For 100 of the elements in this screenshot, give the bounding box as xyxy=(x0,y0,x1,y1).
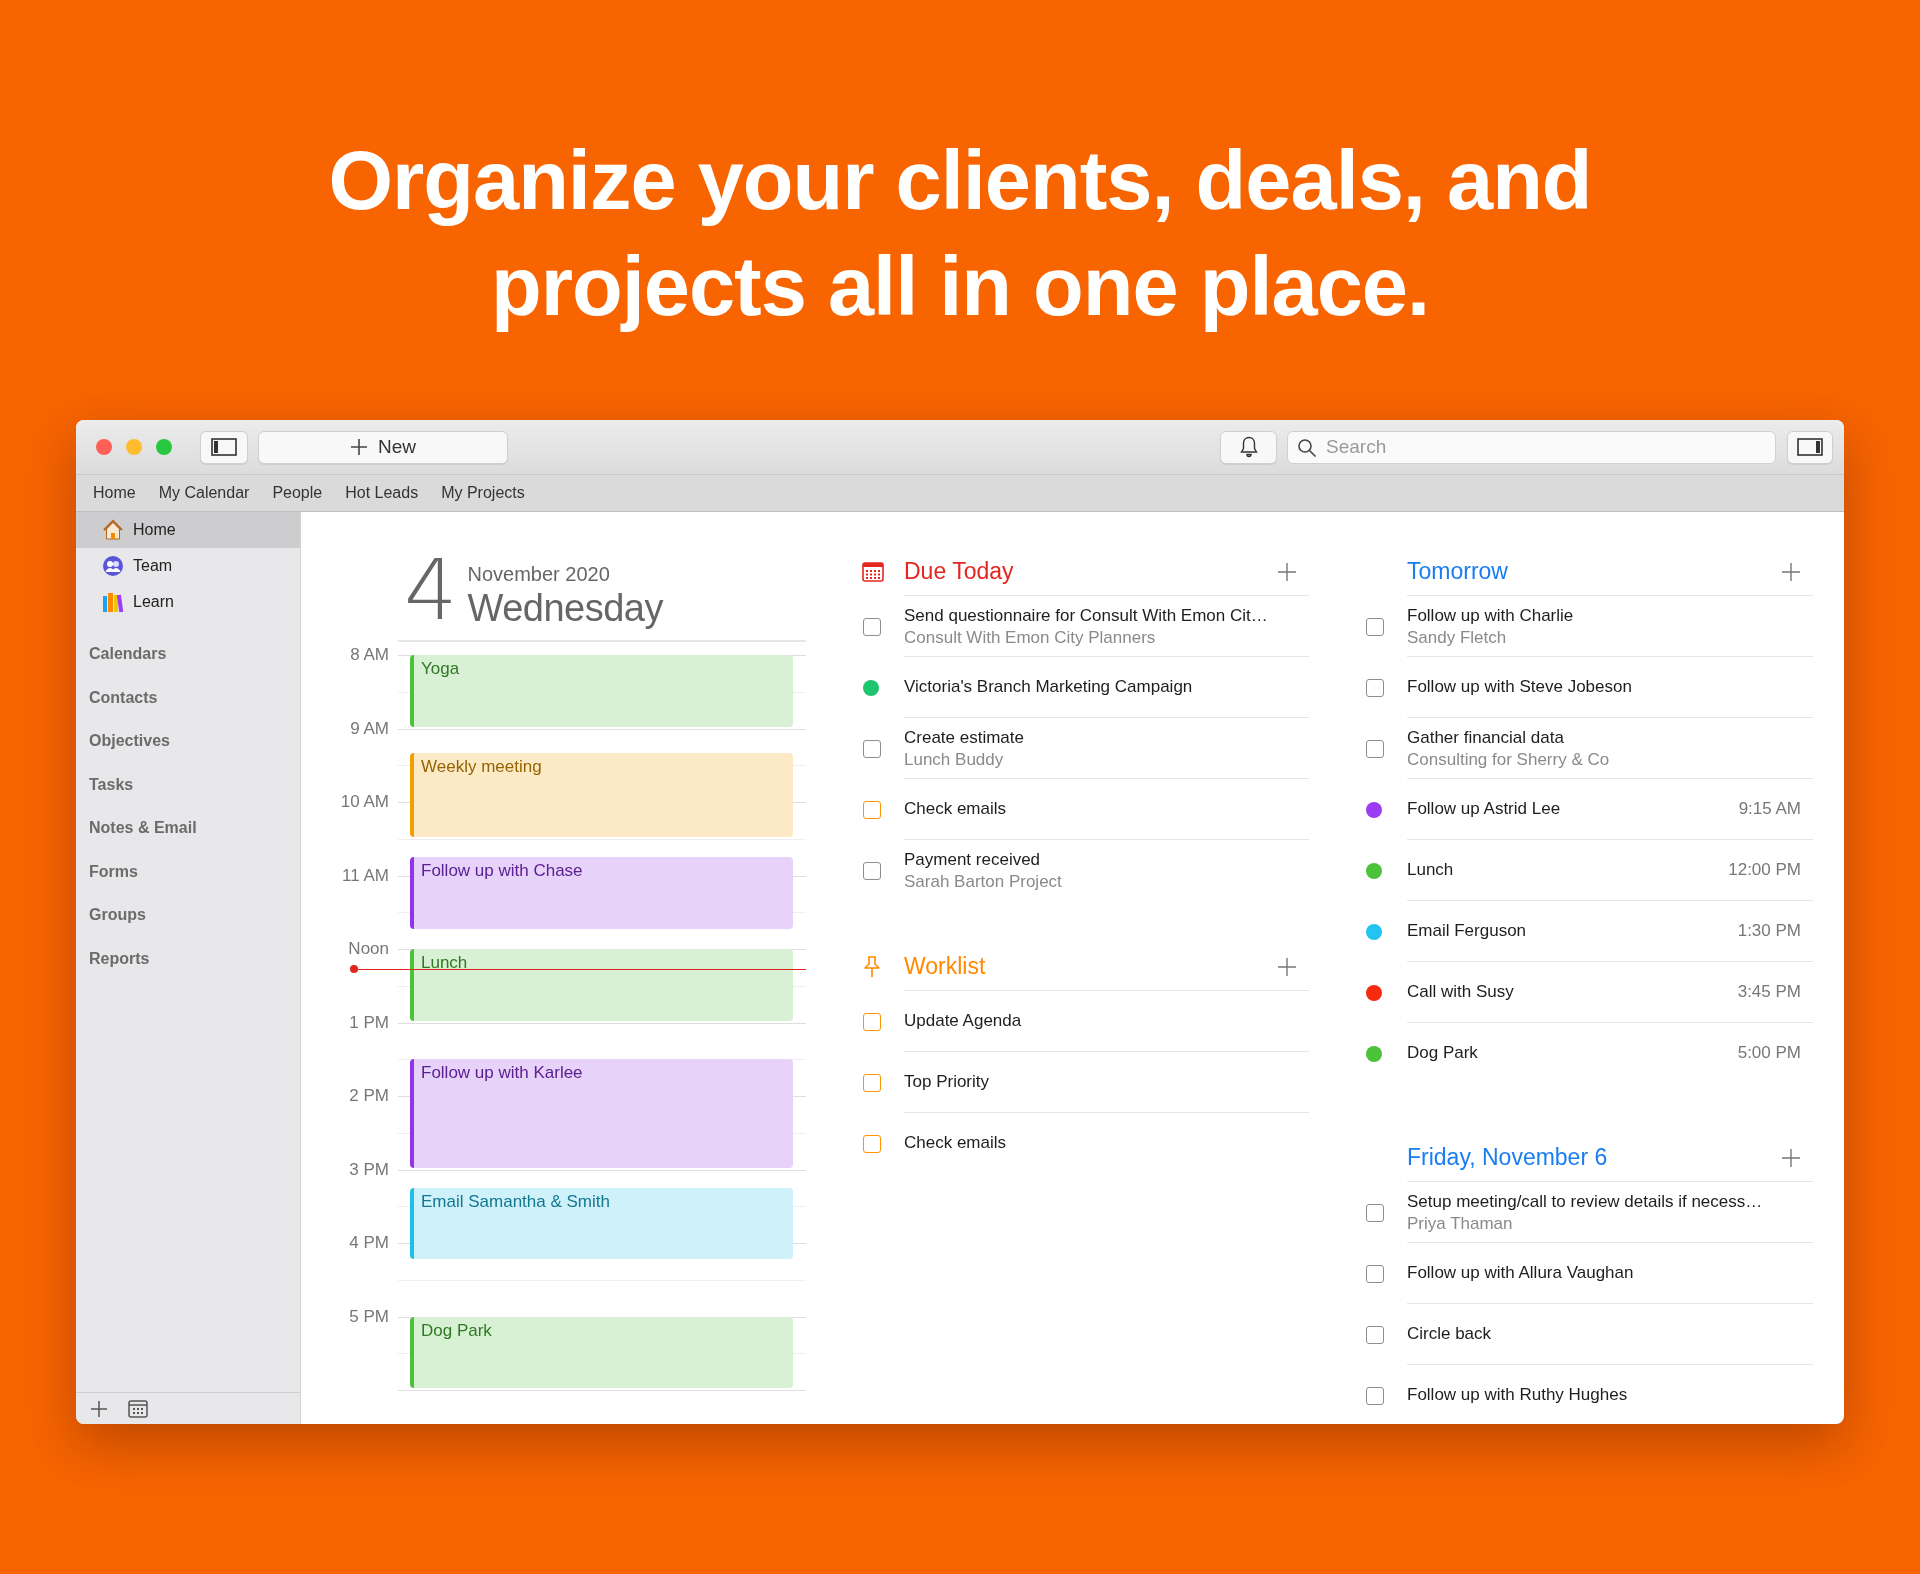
sidebar-section[interactable]: Contacts xyxy=(76,675,300,719)
search-field[interactable]: Search xyxy=(1287,430,1776,464)
team-icon xyxy=(102,555,124,577)
sidebar-section[interactable]: Tasks xyxy=(76,762,300,806)
day-number: 4 xyxy=(404,550,458,630)
hour-label: 4 PM xyxy=(349,1232,389,1254)
checkbox[interactable] xyxy=(1366,678,1384,697)
checkbox[interactable] xyxy=(1366,617,1384,636)
hour-label: 11 AM xyxy=(342,864,389,887)
task-title[interactable]: Circle back xyxy=(1407,1323,1492,1345)
calendar-icon[interactable] xyxy=(128,1399,148,1418)
new-button[interactable]: New xyxy=(258,430,508,464)
task-title[interactable]: Payment received xyxy=(904,848,1062,871)
event-time: 12:00 PM xyxy=(1728,860,1801,880)
task-title[interactable]: Email Ferguson xyxy=(1407,920,1527,942)
hour-label: 1 PM xyxy=(349,1011,389,1034)
task-title[interactable]: Follow up with Ruthy Hughes xyxy=(1407,1384,1628,1406)
checkbox[interactable] xyxy=(863,739,881,758)
task-title[interactable]: Dog Park xyxy=(1407,1042,1478,1064)
hour-label: 9 AM xyxy=(350,717,389,740)
checkbox[interactable] xyxy=(863,1012,881,1031)
sidebar-icon xyxy=(211,438,237,456)
nav-tab[interactable]: Hot Leads xyxy=(345,484,419,502)
hour-label: 5 PM xyxy=(349,1305,389,1328)
books-icon xyxy=(102,591,124,613)
task-title[interactable]: Setup meeting/call to review details if necess… xyxy=(1407,1190,1763,1213)
calendar-event[interactable]: Yoga xyxy=(410,655,793,727)
sidebar-item[interactable]: Learn xyxy=(76,584,300,620)
nav-tab[interactable]: People xyxy=(272,484,323,502)
section-title: Tomorrow xyxy=(1407,558,1508,585)
weekday: Wednesday xyxy=(467,586,663,630)
plus-icon xyxy=(350,438,368,456)
section-title: Friday, November 6 xyxy=(1407,1144,1608,1171)
task-subtitle: Priya Thaman xyxy=(1407,1212,1514,1234)
checkbox[interactable] xyxy=(863,1134,881,1153)
checkbox[interactable] xyxy=(1366,1325,1384,1344)
task-title[interactable]: Follow up with Steve Jobeson xyxy=(1407,676,1632,698)
sidebar-toggle-button[interactable] xyxy=(200,430,248,464)
task-title[interactable]: Lunch xyxy=(1407,859,1454,881)
task-title[interactable]: Check emails xyxy=(904,798,1007,820)
calendar-event[interactable]: Email Samantha & Smith xyxy=(410,1187,793,1260)
sidebar-section[interactable]: Reports xyxy=(76,936,300,980)
checkbox[interactable] xyxy=(863,617,881,636)
checkbox[interactable] xyxy=(863,861,881,880)
add-icon[interactable] xyxy=(90,1399,108,1418)
nav-tab[interactable]: Home xyxy=(93,484,136,502)
zoom-button[interactable] xyxy=(156,439,172,455)
hour-label: Noon xyxy=(348,938,389,960)
task-title[interactable]: Update Agenda xyxy=(904,1010,1022,1032)
house-icon xyxy=(102,519,124,541)
close-button[interactable] xyxy=(96,439,112,455)
sidebar-item[interactable]: Team xyxy=(76,548,300,584)
sidebar-section[interactable]: Calendars xyxy=(76,632,300,676)
task-title[interactable]: Check emails xyxy=(904,1132,1007,1154)
add-icon[interactable] xyxy=(1277,561,1297,582)
checkbox[interactable] xyxy=(1366,739,1384,758)
checkbox[interactable] xyxy=(1366,1203,1384,1222)
task-title[interactable]: Send questionnaire for Consult With Emon Cit… xyxy=(904,604,1268,627)
calendar-event[interactable]: Dog Park xyxy=(410,1316,793,1388)
calendar-event[interactable]: Lunch xyxy=(410,949,793,1021)
panel-icon xyxy=(1797,438,1823,456)
notifications-button[interactable] xyxy=(1220,430,1277,464)
sidebar-item[interactable]: Home xyxy=(76,512,300,548)
hour-label: 2 PM xyxy=(349,1085,389,1107)
hour-label: 10 AM xyxy=(340,791,389,813)
event-time: 3:45 PM xyxy=(1737,982,1801,1002)
checkbox[interactable] xyxy=(863,1073,881,1092)
task-subtitle: Sandy Fletch xyxy=(1407,626,1508,648)
nav-tab[interactable]: My Projects xyxy=(441,484,525,502)
calendar-event[interactable]: Follow up with Chase xyxy=(410,857,793,929)
add-icon[interactable] xyxy=(1277,956,1297,977)
task-title[interactable]: Follow up Astrid Lee xyxy=(1407,798,1561,820)
task-title[interactable]: Top Priority xyxy=(904,1071,990,1093)
add-icon[interactable] xyxy=(1781,1147,1801,1168)
add-icon[interactable] xyxy=(1781,561,1801,582)
headline: Organize your clients, deals, and projects all in one place. xyxy=(327,133,1593,335)
sidebar-section[interactable]: Groups xyxy=(76,893,300,937)
task-title[interactable]: Call with Susy xyxy=(1407,981,1514,1003)
event-time: 9:15 AM xyxy=(1738,799,1801,819)
task-subtitle: Consult With Emon City Planners xyxy=(904,626,1157,648)
checkbox[interactable] xyxy=(1366,1264,1384,1283)
calendar-icon xyxy=(862,562,884,582)
task-title[interactable]: Create estimate xyxy=(904,726,1024,749)
sidebar-section[interactable]: Objectives xyxy=(76,719,300,763)
task-title[interactable]: Follow up with Allura Vaughan xyxy=(1407,1262,1634,1284)
nav-tab[interactable]: My Calendar xyxy=(158,484,250,502)
inspector-toggle-button[interactable] xyxy=(1787,430,1833,464)
sidebar-section[interactable]: Forms xyxy=(76,849,300,893)
task-title[interactable]: Gather financial data xyxy=(1407,726,1610,749)
calendar-event[interactable]: Follow up with Karlee xyxy=(410,1059,793,1168)
task-subtitle: Consulting for Sherry & Co xyxy=(1407,748,1610,770)
task-title[interactable]: Victoria's Branch Marketing Campaign xyxy=(904,676,1193,698)
hour-label: 8 AM xyxy=(350,644,389,666)
sidebar-section[interactable]: Notes & Email xyxy=(76,806,300,850)
checkbox[interactable] xyxy=(863,800,881,819)
task-title[interactable]: Follow up with Charlie xyxy=(1407,604,1574,627)
checkbox[interactable] xyxy=(1366,1386,1384,1405)
calendar-event[interactable]: Weekly meeting xyxy=(410,752,793,837)
search-icon xyxy=(1297,437,1317,458)
task-subtitle: Sarah Barton Project xyxy=(904,870,1062,892)
